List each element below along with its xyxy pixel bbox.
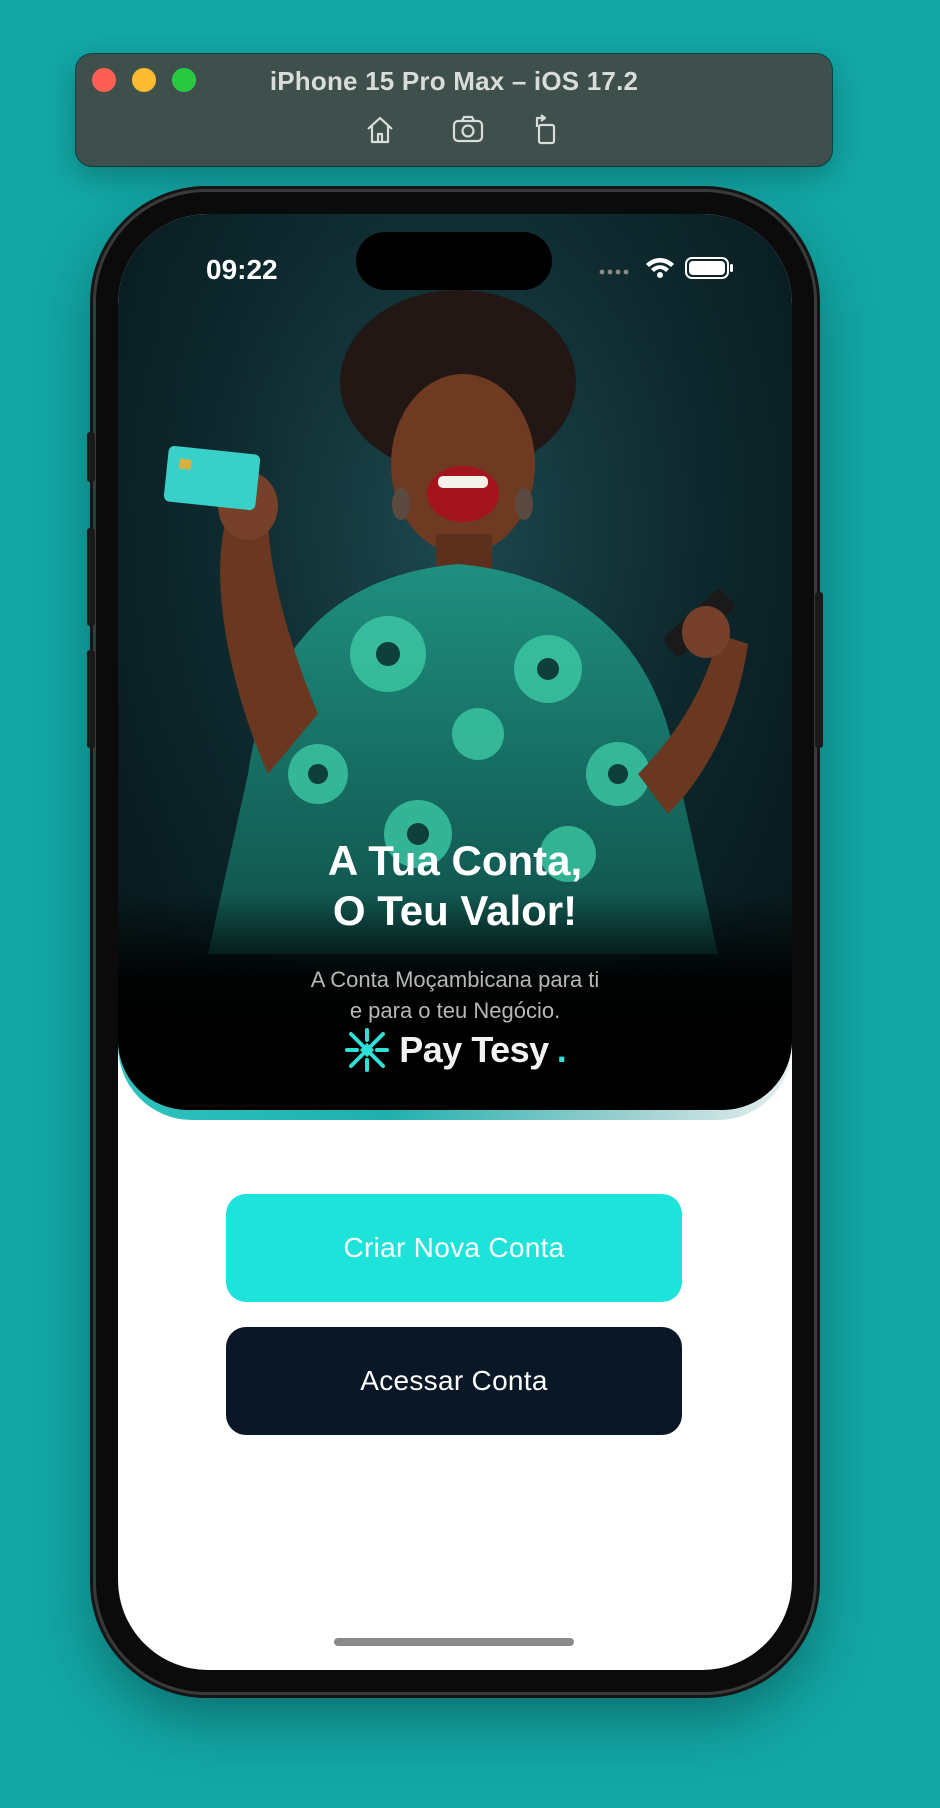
hero-banner: 09:22 A Tua Conta, O Teu Valor! A Conta … bbox=[118, 214, 792, 1110]
rotate-icon[interactable] bbox=[528, 112, 564, 148]
dynamic-island bbox=[356, 232, 552, 290]
brand-logo: Pay Tesy. bbox=[118, 1026, 792, 1076]
wifi-icon bbox=[646, 258, 674, 278]
simulator-window: iPhone 15 Pro Max – iOS 17.2 bbox=[76, 54, 832, 166]
home-indicator[interactable] bbox=[334, 1638, 574, 1646]
volume-up-button bbox=[87, 528, 95, 626]
create-account-button[interactable]: Criar Nova Conta bbox=[226, 1194, 682, 1302]
volume-down-button bbox=[87, 650, 95, 748]
action-button bbox=[87, 432, 95, 482]
hero-subtitle-line2: e para o teu Negócio. bbox=[349, 998, 561, 1023]
access-account-button[interactable]: Acessar Conta bbox=[226, 1327, 682, 1435]
hero-title-line2: O Teu Valor! bbox=[332, 887, 578, 934]
hero-subtitle-line1: A Conta Moçambicana para ti bbox=[310, 967, 600, 992]
battery-icon bbox=[685, 257, 733, 279]
hero-title-line1: A Tua Conta, bbox=[327, 837, 583, 884]
brand-name: Pay Tesy bbox=[399, 1029, 549, 1070]
cellular-signal-icon bbox=[599, 269, 629, 275]
iphone-frame: 09:22 A Tua Conta, O Teu Valor! A Conta … bbox=[87, 192, 823, 1692]
app-screen: 09:22 A Tua Conta, O Teu Valor! A Conta … bbox=[118, 214, 792, 1670]
status-time: 09:22 bbox=[206, 254, 278, 285]
simulator-title: iPhone 15 Pro Max – iOS 17.2 bbox=[269, 66, 639, 96]
simulator-toolbar bbox=[76, 112, 832, 148]
home-icon[interactable] bbox=[362, 112, 398, 148]
power-button bbox=[815, 592, 823, 748]
hero-subtitle: A Conta Moçambicana para ti e para o teu… bbox=[118, 964, 792, 1026]
brand-dot: . bbox=[556, 1029, 567, 1070]
pay-tesy-logo-icon bbox=[345, 1028, 390, 1072]
screenshot-icon[interactable] bbox=[450, 112, 486, 148]
status-icons bbox=[596, 252, 736, 282]
hero-title: A Tua Conta, O Teu Valor! bbox=[118, 836, 792, 936]
